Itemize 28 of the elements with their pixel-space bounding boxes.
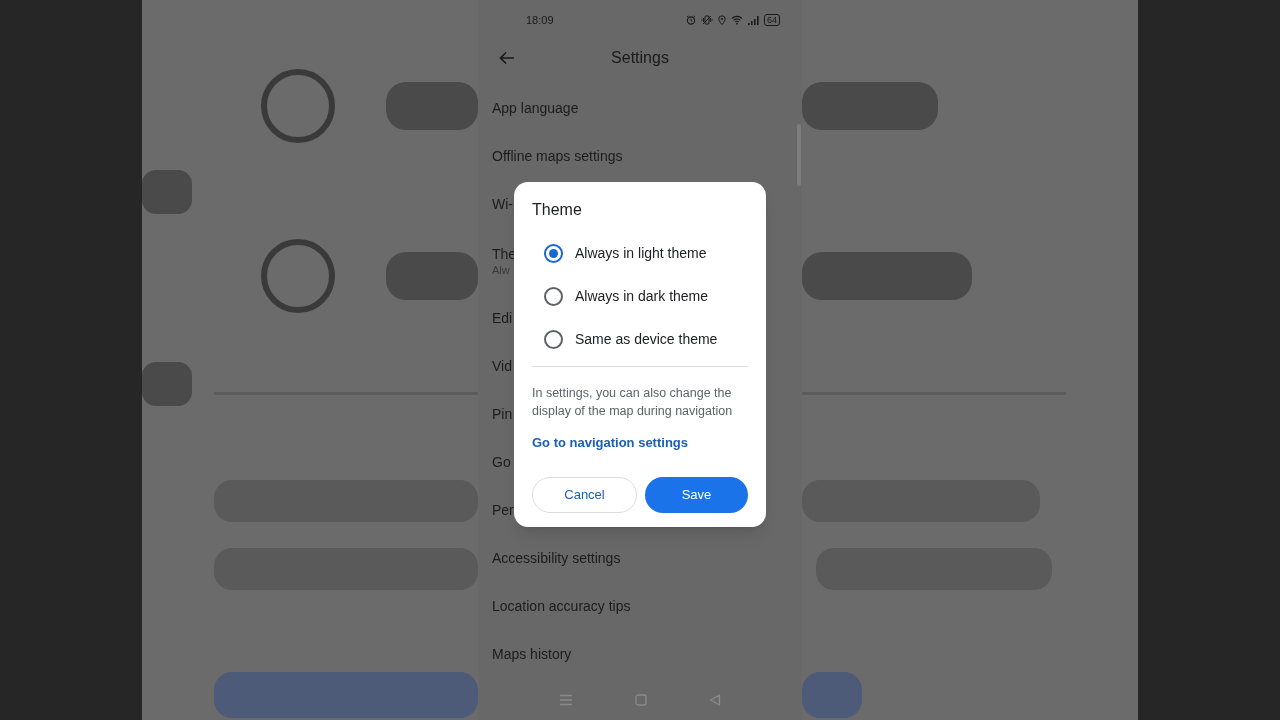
vibrate-icon — [701, 15, 713, 25]
status-time: 18:09 — [526, 12, 554, 28]
radio-button[interactable] — [544, 287, 563, 306]
wifi-icon — [731, 15, 743, 25]
navigation-settings-link[interactable]: Go to navigation settings — [532, 433, 748, 453]
back-arrow-icon — [498, 49, 516, 67]
battery-icon: 64 — [764, 14, 780, 26]
theme-option[interactable]: Same as device theme — [532, 318, 748, 361]
cancel-button[interactable]: Cancel — [532, 476, 637, 513]
theme-option[interactable]: Always in light theme — [532, 232, 748, 275]
settings-item[interactable]: Maps history — [492, 645, 788, 663]
save-button[interactable]: Save — [645, 476, 748, 513]
location-icon — [718, 15, 726, 25]
settings-item[interactable]: Location accuracy tips — [492, 597, 788, 615]
page-title: Settings — [611, 48, 669, 68]
dialog-title: Theme — [532, 200, 583, 220]
settings-item[interactable]: App language — [492, 99, 788, 117]
back-button[interactable] — [498, 49, 516, 67]
dialog-note: In settings, you can also change the display of the map during navigation — [532, 385, 734, 420]
signal-icon — [748, 15, 759, 25]
alarm-icon — [686, 15, 696, 25]
back-triangle-icon[interactable] — [709, 694, 721, 706]
menu-icon[interactable] — [559, 694, 573, 706]
settings-item[interactable]: Offline maps settings — [492, 147, 788, 165]
settings-item[interactable]: Accessibility settings — [492, 549, 788, 567]
radio-button[interactable] — [544, 244, 563, 263]
theme-option[interactable]: Always in dark theme — [532, 275, 748, 318]
radio-button[interactable] — [544, 330, 563, 349]
